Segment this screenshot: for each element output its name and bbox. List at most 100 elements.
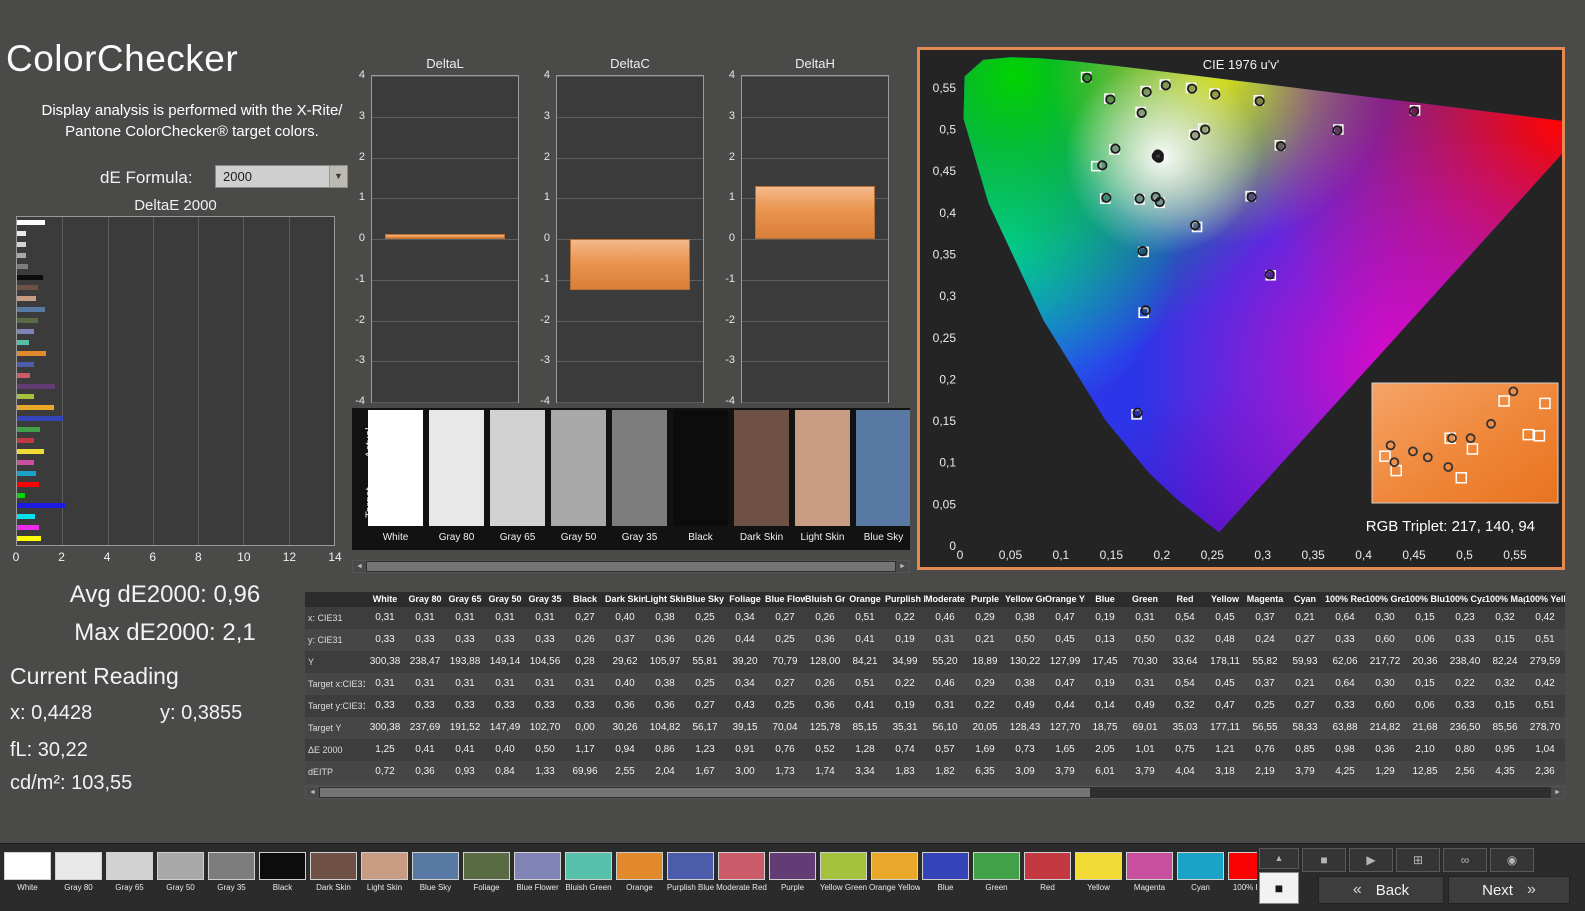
y-tick-label: -1 bbox=[725, 272, 735, 285]
palette-swatch[interactable] bbox=[106, 852, 153, 880]
palette-swatch[interactable] bbox=[1177, 852, 1224, 880]
scroll-right-icon[interactable]: ► bbox=[1551, 787, 1564, 798]
table-cell: 0,31 bbox=[935, 700, 955, 711]
profile-icon: ◉ bbox=[1506, 853, 1518, 867]
palette-item[interactable]: Bluish Green bbox=[563, 848, 614, 892]
table-cell: 0,34 bbox=[735, 612, 755, 623]
play-button[interactable]: ▶ bbox=[1349, 848, 1393, 872]
palette-swatch[interactable] bbox=[157, 852, 204, 880]
table-cell: 0,19 bbox=[1095, 612, 1115, 623]
palette-swatch[interactable] bbox=[922, 852, 969, 880]
x-tick-label: 14 bbox=[328, 550, 342, 564]
palette-item[interactable]: Gray 65 bbox=[104, 848, 155, 892]
swatch-scrollbar[interactable]: ◄ ► bbox=[352, 560, 910, 573]
palette-item[interactable]: Light Skin bbox=[359, 848, 410, 892]
table-cell: 1,73 bbox=[775, 766, 795, 777]
chevron-down-icon[interactable]: ▼ bbox=[329, 166, 347, 187]
gridline bbox=[372, 76, 518, 77]
palette-item[interactable]: Dark Skin bbox=[308, 848, 359, 892]
pattern-button[interactable]: ⊞ bbox=[1396, 848, 1440, 872]
swatch-label: Gray 65 bbox=[499, 532, 536, 543]
profile-button[interactable]: ◉ bbox=[1490, 848, 1534, 872]
palette-swatch[interactable] bbox=[208, 852, 255, 880]
palette-item[interactable]: Green bbox=[971, 848, 1022, 892]
scroll-left-icon[interactable]: ◄ bbox=[353, 561, 366, 572]
de-formula-select[interactable]: 2000 ▼ bbox=[215, 165, 348, 188]
palette-swatch[interactable] bbox=[1126, 852, 1173, 880]
scroll-left-icon[interactable]: ◄ bbox=[306, 787, 319, 798]
palette-swatch[interactable] bbox=[463, 852, 510, 880]
palette-swatch[interactable] bbox=[718, 852, 765, 880]
palette-item[interactable]: Blue Sky bbox=[410, 848, 461, 892]
table-cell: 300,38 bbox=[369, 722, 401, 733]
table-cell: 0,33 bbox=[1335, 634, 1355, 645]
stop-button[interactable]: ■ bbox=[1302, 848, 1346, 872]
palette-item[interactable]: Foliage bbox=[461, 848, 512, 892]
palette-swatch[interactable] bbox=[820, 852, 867, 880]
palette-item[interactable]: Gray 50 bbox=[155, 848, 206, 892]
palette-swatch[interactable] bbox=[412, 852, 459, 880]
palette-item[interactable]: Yellow Green bbox=[818, 848, 869, 892]
table-cell: 0,31 bbox=[935, 634, 955, 645]
palette-swatch[interactable] bbox=[973, 852, 1020, 880]
cie-zoom-inset bbox=[1371, 382, 1559, 504]
table-cell: 55,82 bbox=[1252, 656, 1278, 667]
palette-swatch[interactable] bbox=[769, 852, 816, 880]
table-cell: 0,40 bbox=[495, 744, 515, 755]
palette-swatch[interactable] bbox=[1075, 852, 1122, 880]
palette-item[interactable]: Red bbox=[1022, 848, 1073, 892]
palette-item[interactable]: Blue Flower bbox=[512, 848, 563, 892]
actual-marker bbox=[1097, 160, 1108, 171]
palette-swatch[interactable] bbox=[667, 852, 714, 880]
back-button[interactable]: « Back bbox=[1318, 876, 1444, 904]
y-tick-label: -4 bbox=[540, 395, 550, 407]
palette-item[interactable]: Cyan bbox=[1175, 848, 1226, 892]
palette-item[interactable]: White bbox=[2, 848, 53, 892]
next-button[interactable]: Next » bbox=[1448, 876, 1570, 904]
palette-swatch[interactable] bbox=[4, 852, 51, 880]
palette-swatch[interactable] bbox=[361, 852, 408, 880]
table-cell: 104,56 bbox=[529, 656, 561, 667]
palette-swatch[interactable] bbox=[1024, 852, 1071, 880]
scrollbar-thumb[interactable] bbox=[320, 788, 1090, 797]
loop-button[interactable]: ∞ bbox=[1443, 848, 1487, 872]
actual-swatch bbox=[490, 410, 545, 468]
table-cell: 0,95 bbox=[1495, 744, 1515, 755]
palette-swatch[interactable] bbox=[514, 852, 561, 880]
palette-swatch[interactable] bbox=[259, 852, 306, 880]
palette-item[interactable]: Moderate Red bbox=[716, 848, 767, 892]
y-tick-label: -2 bbox=[725, 313, 735, 326]
palette-item[interactable]: Purplish Blue bbox=[665, 848, 716, 892]
table-cell: 0,28 bbox=[575, 656, 595, 667]
pattern-window-button[interactable]: ■ bbox=[1259, 872, 1299, 904]
palette-item[interactable]: Orange Yellow bbox=[869, 848, 920, 892]
palette-item[interactable]: Black bbox=[257, 848, 308, 892]
collapse-button[interactable]: ▲ bbox=[1259, 848, 1299, 869]
palette-swatch[interactable] bbox=[565, 852, 612, 880]
palette-swatch[interactable] bbox=[616, 852, 663, 880]
table-cell: 3,34 bbox=[855, 766, 875, 777]
table-scrollbar[interactable]: ◄ ► bbox=[305, 786, 1565, 799]
palette-swatch[interactable] bbox=[1228, 852, 1257, 880]
palette-swatch[interactable] bbox=[310, 852, 357, 880]
deltae-bar bbox=[17, 220, 46, 225]
actual-swatch bbox=[856, 410, 910, 468]
palette-item[interactable]: Orange bbox=[614, 848, 665, 892]
table-cell: 85,15 bbox=[852, 722, 878, 733]
palette-item[interactable]: Gray 35 bbox=[206, 848, 257, 892]
palette-item[interactable]: Gray 80 bbox=[53, 848, 104, 892]
scroll-right-icon[interactable]: ► bbox=[896, 561, 909, 572]
palette-swatch[interactable] bbox=[871, 852, 918, 880]
palette-item[interactable]: Blue bbox=[920, 848, 971, 892]
scrollbar-thumb[interactable] bbox=[367, 562, 895, 571]
palette-item[interactable]: 100% Red bbox=[1226, 848, 1257, 892]
table-cell: 39,15 bbox=[732, 722, 758, 733]
column-header: Blue Flower bbox=[765, 594, 805, 604]
palette-item[interactable]: Purple bbox=[767, 848, 818, 892]
table-cell: 127,99 bbox=[1049, 656, 1081, 667]
palette-item[interactable]: Yellow bbox=[1073, 848, 1124, 892]
deltae-bar bbox=[17, 394, 34, 400]
table-cell: 17,45 bbox=[1092, 656, 1118, 667]
palette-item[interactable]: Magenta bbox=[1124, 848, 1175, 892]
palette-swatch[interactable] bbox=[55, 852, 102, 880]
